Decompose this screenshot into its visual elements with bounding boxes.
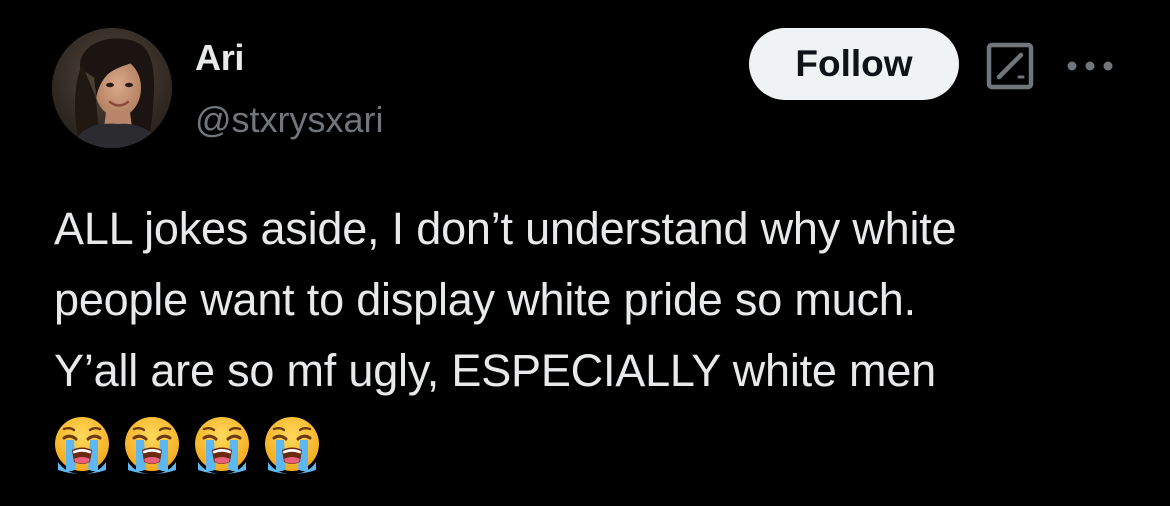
emoji-row	[52, 414, 322, 474]
tweet-text: ALL jokes aside, I don’t understand why …	[54, 193, 1144, 406]
loudly-crying-face-icon	[193, 415, 251, 474]
tweet-card: Ari @stxrysxari Follow ALL jokes aside, …	[0, 0, 1170, 506]
tweet-text-line: ALL jokes aside, I don’t understand why …	[54, 203, 957, 254]
tweet-text-line: people want to display white pride so mu…	[54, 274, 916, 325]
author-handle[interactable]: @stxrysxari	[195, 98, 384, 142]
loudly-crying-face-icon	[263, 415, 321, 474]
follow-button[interactable]: Follow	[749, 28, 959, 100]
loudly-crying-face-icon	[123, 415, 181, 474]
tweet-text-line: Y’all are so mf ugly, ESPECIALLY white m…	[54, 345, 936, 396]
avatar[interactable]	[52, 28, 172, 148]
avatar-photo	[52, 28, 172, 148]
more-options-icon[interactable]	[1062, 52, 1118, 80]
grok-icon[interactable]	[985, 41, 1035, 91]
loudly-crying-face-icon	[53, 415, 111, 474]
author-display-name[interactable]: Ari	[195, 36, 244, 80]
